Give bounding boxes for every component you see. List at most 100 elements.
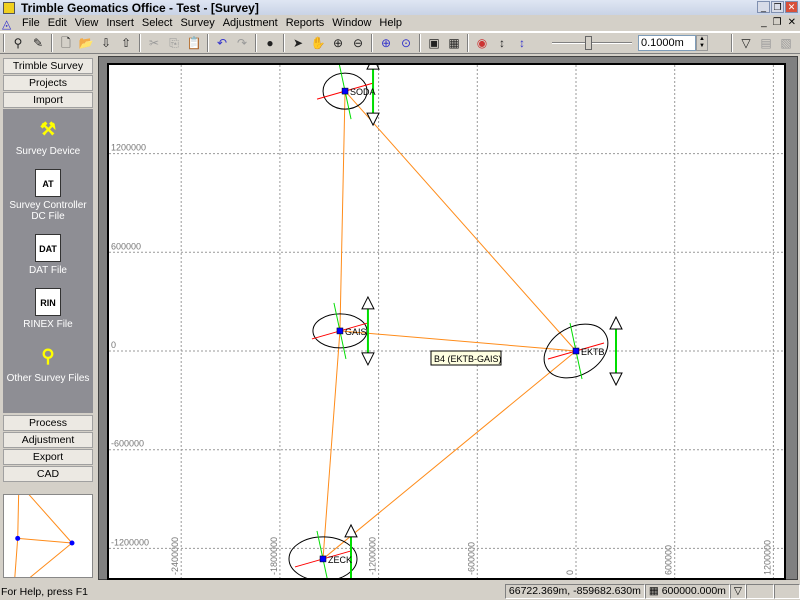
overview-point <box>69 540 75 546</box>
survey-device-icon: ⚒ <box>39 119 57 139</box>
mdi-minimize-button[interactable]: _ <box>761 17 767 28</box>
sidebar-item-survey-device[interactable]: ⚒ Survey Device <box>3 115 93 157</box>
slider-thumb[interactable] <box>584 36 592 50</box>
restore-button[interactable]: ❐ <box>771 1 784 13</box>
sidebar-process[interactable]: Process <box>3 415 93 431</box>
vertical-error-icon[interactable]: ↕ <box>513 34 531 52</box>
error-scale-slider[interactable] <box>552 34 632 52</box>
menu-edit[interactable]: Edit <box>44 17 71 29</box>
x-tick-label: -1800000 <box>269 537 279 575</box>
document-icon[interactable]: ◬ <box>2 17 16 31</box>
plan-view-icon[interactable]: ▣ <box>425 34 443 52</box>
menu-reports[interactable]: Reports <box>282 17 329 29</box>
sidebar-item-dat-file[interactable]: DAT DAT File <box>3 234 93 276</box>
select-arrow-icon[interactable]: ➤ <box>289 34 307 52</box>
mdi-close-button[interactable]: ✕ <box>788 17 796 28</box>
station-point <box>319 555 327 563</box>
properties-icon[interactable]: ● <box>261 34 279 52</box>
sidebar-export[interactable]: Export <box>3 449 93 465</box>
y-tick-label: -600000 <box>111 439 144 449</box>
menu-adjustment[interactable]: Adjustment <box>219 17 282 29</box>
export-icon[interactable]: ⇧ <box>117 34 135 52</box>
y-tick-label: -1200000 <box>111 537 149 547</box>
spreadsheet-view-icon[interactable]: ▦ <box>445 34 463 52</box>
undo-icon[interactable]: ↶ <box>213 34 231 52</box>
sidebar-projects[interactable]: Projects <box>3 75 93 91</box>
baseline-ZECK-EKTB <box>322 350 577 560</box>
help-text: For Help, press F1 <box>1 585 88 598</box>
survey-style-icon[interactable]: ⚲ <box>9 34 27 52</box>
title-bar: Trimble Geomatics Office - Test - [Surve… <box>0 0 800 15</box>
cut-icon[interactable]: ✂ <box>145 34 163 52</box>
filter-status-icon: ▽ <box>729 584 746 599</box>
station-point <box>336 327 344 335</box>
sidebar-adjustment[interactable]: Adjustment <box>3 432 93 448</box>
station-label: GAIS <box>345 327 367 337</box>
report-icon[interactable]: ▤ <box>757 34 775 52</box>
station-point <box>341 87 349 95</box>
overview-baseline <box>17 537 73 544</box>
menu-window[interactable]: Window <box>328 17 375 29</box>
baseline-tooltip: B4 (EKTB-GAIS) <box>430 350 502 366</box>
zoom-out-icon[interactable]: ⊖ <box>349 34 367 52</box>
zoom-in-icon[interactable]: ⊕ <box>329 34 347 52</box>
overview-point <box>15 535 21 541</box>
grid-scale: ▦ 600000.000m <box>644 584 730 599</box>
height-error-arrow <box>609 372 623 387</box>
copy-icon[interactable]: ⎘ <box>165 34 183 52</box>
window-title: Trimble Geomatics Office - Test - [Surve… <box>21 0 259 15</box>
status-pane <box>774 584 800 599</box>
menu-insert[interactable]: Insert <box>102 17 138 29</box>
error-ellipse-icon[interactable]: ◉ <box>473 34 491 52</box>
dat-file-icon: DAT <box>35 234 61 262</box>
height-error-arrow <box>361 352 375 367</box>
new-file-icon[interactable]: 🗋 <box>57 34 75 52</box>
sidebar-cad[interactable]: CAD <box>3 466 93 482</box>
menu-bar: ◬ File Edit View Insert Select Survey Ad… <box>0 15 800 32</box>
close-button[interactable]: ✕ <box>785 1 798 13</box>
baseline-GAIS-EKTB <box>339 330 577 352</box>
x-tick-label: -2400000 <box>170 537 180 575</box>
overview-map[interactable] <box>3 480 93 594</box>
height-error-icon[interactable]: ↕ <box>493 34 511 52</box>
sidebar-item-label: DAT File <box>29 265 67 276</box>
zoom-extents-icon[interactable]: ⊕ <box>377 34 395 52</box>
overview-baseline <box>13 542 73 592</box>
grid-icon: ▦ <box>648 585 662 597</box>
recompute-icon[interactable]: ▧ <box>777 34 795 52</box>
baseline-SODA-GAIS <box>339 91 346 331</box>
import-panel: ⚒ Survey Device AT Survey Controller DC Fi… <box>3 109 93 413</box>
app-icon <box>3 1 15 14</box>
pan-hand-icon[interactable]: ✋ <box>309 34 327 52</box>
dc-file-icon: AT <box>35 169 61 197</box>
sidebar-trimble-survey[interactable]: Trimble Survey <box>3 58 93 74</box>
menu-select[interactable]: Select <box>138 17 177 29</box>
sidebar-item-other-survey-files[interactable]: ⚲ Other Survey Files <box>3 342 93 384</box>
open-folder-icon[interactable]: 📂 <box>77 34 95 52</box>
paste-icon[interactable]: 📋 <box>185 34 203 52</box>
import-icon[interactable]: ⇩ <box>97 34 115 52</box>
sidebar-item-dc-file[interactable]: AT Survey Controller DC File <box>3 169 93 222</box>
status-bar: For Help, press F1 66722.369m, -859682.6… <box>0 583 800 600</box>
menu-survey[interactable]: Survey <box>176 17 218 29</box>
menu-file[interactable]: File <box>18 17 44 29</box>
sidebar-item-rinex-file[interactable]: RIN RINEX File <box>3 288 93 330</box>
cogo-icon[interactable]: ✎ <box>29 34 47 52</box>
tolerance-input[interactable]: 0.1000m <box>638 35 696 51</box>
x-tick-label: -600000 <box>466 542 476 575</box>
tolerance-spinner[interactable]: ▲ ▼ <box>696 35 708 51</box>
sidebar-import[interactable]: Import <box>3 92 93 108</box>
filter-icon[interactable]: ▽ <box>737 34 755 52</box>
menu-help[interactable]: Help <box>375 17 406 29</box>
plan-view-canvas[interactable]: -2400000 -1800000 -1200000 -600000 0 600000 12… <box>107 63 786 580</box>
station-label: EKTB <box>581 347 605 357</box>
minimize-button[interactable]: _ <box>757 1 770 13</box>
overview-baseline <box>17 483 20 539</box>
redo-icon[interactable]: ↷ <box>233 34 251 52</box>
menu-view[interactable]: View <box>71 17 103 29</box>
y-tick-label: 600000 <box>111 241 141 251</box>
x-tick-label: 1200000 <box>762 540 772 575</box>
plan-view-window: -2400000 -1800000 -1200000 -600000 0 600000 12… <box>98 56 798 580</box>
zoom-window-icon[interactable]: ⊙ <box>397 34 415 52</box>
mdi-restore-button[interactable]: ❐ <box>773 17 782 28</box>
